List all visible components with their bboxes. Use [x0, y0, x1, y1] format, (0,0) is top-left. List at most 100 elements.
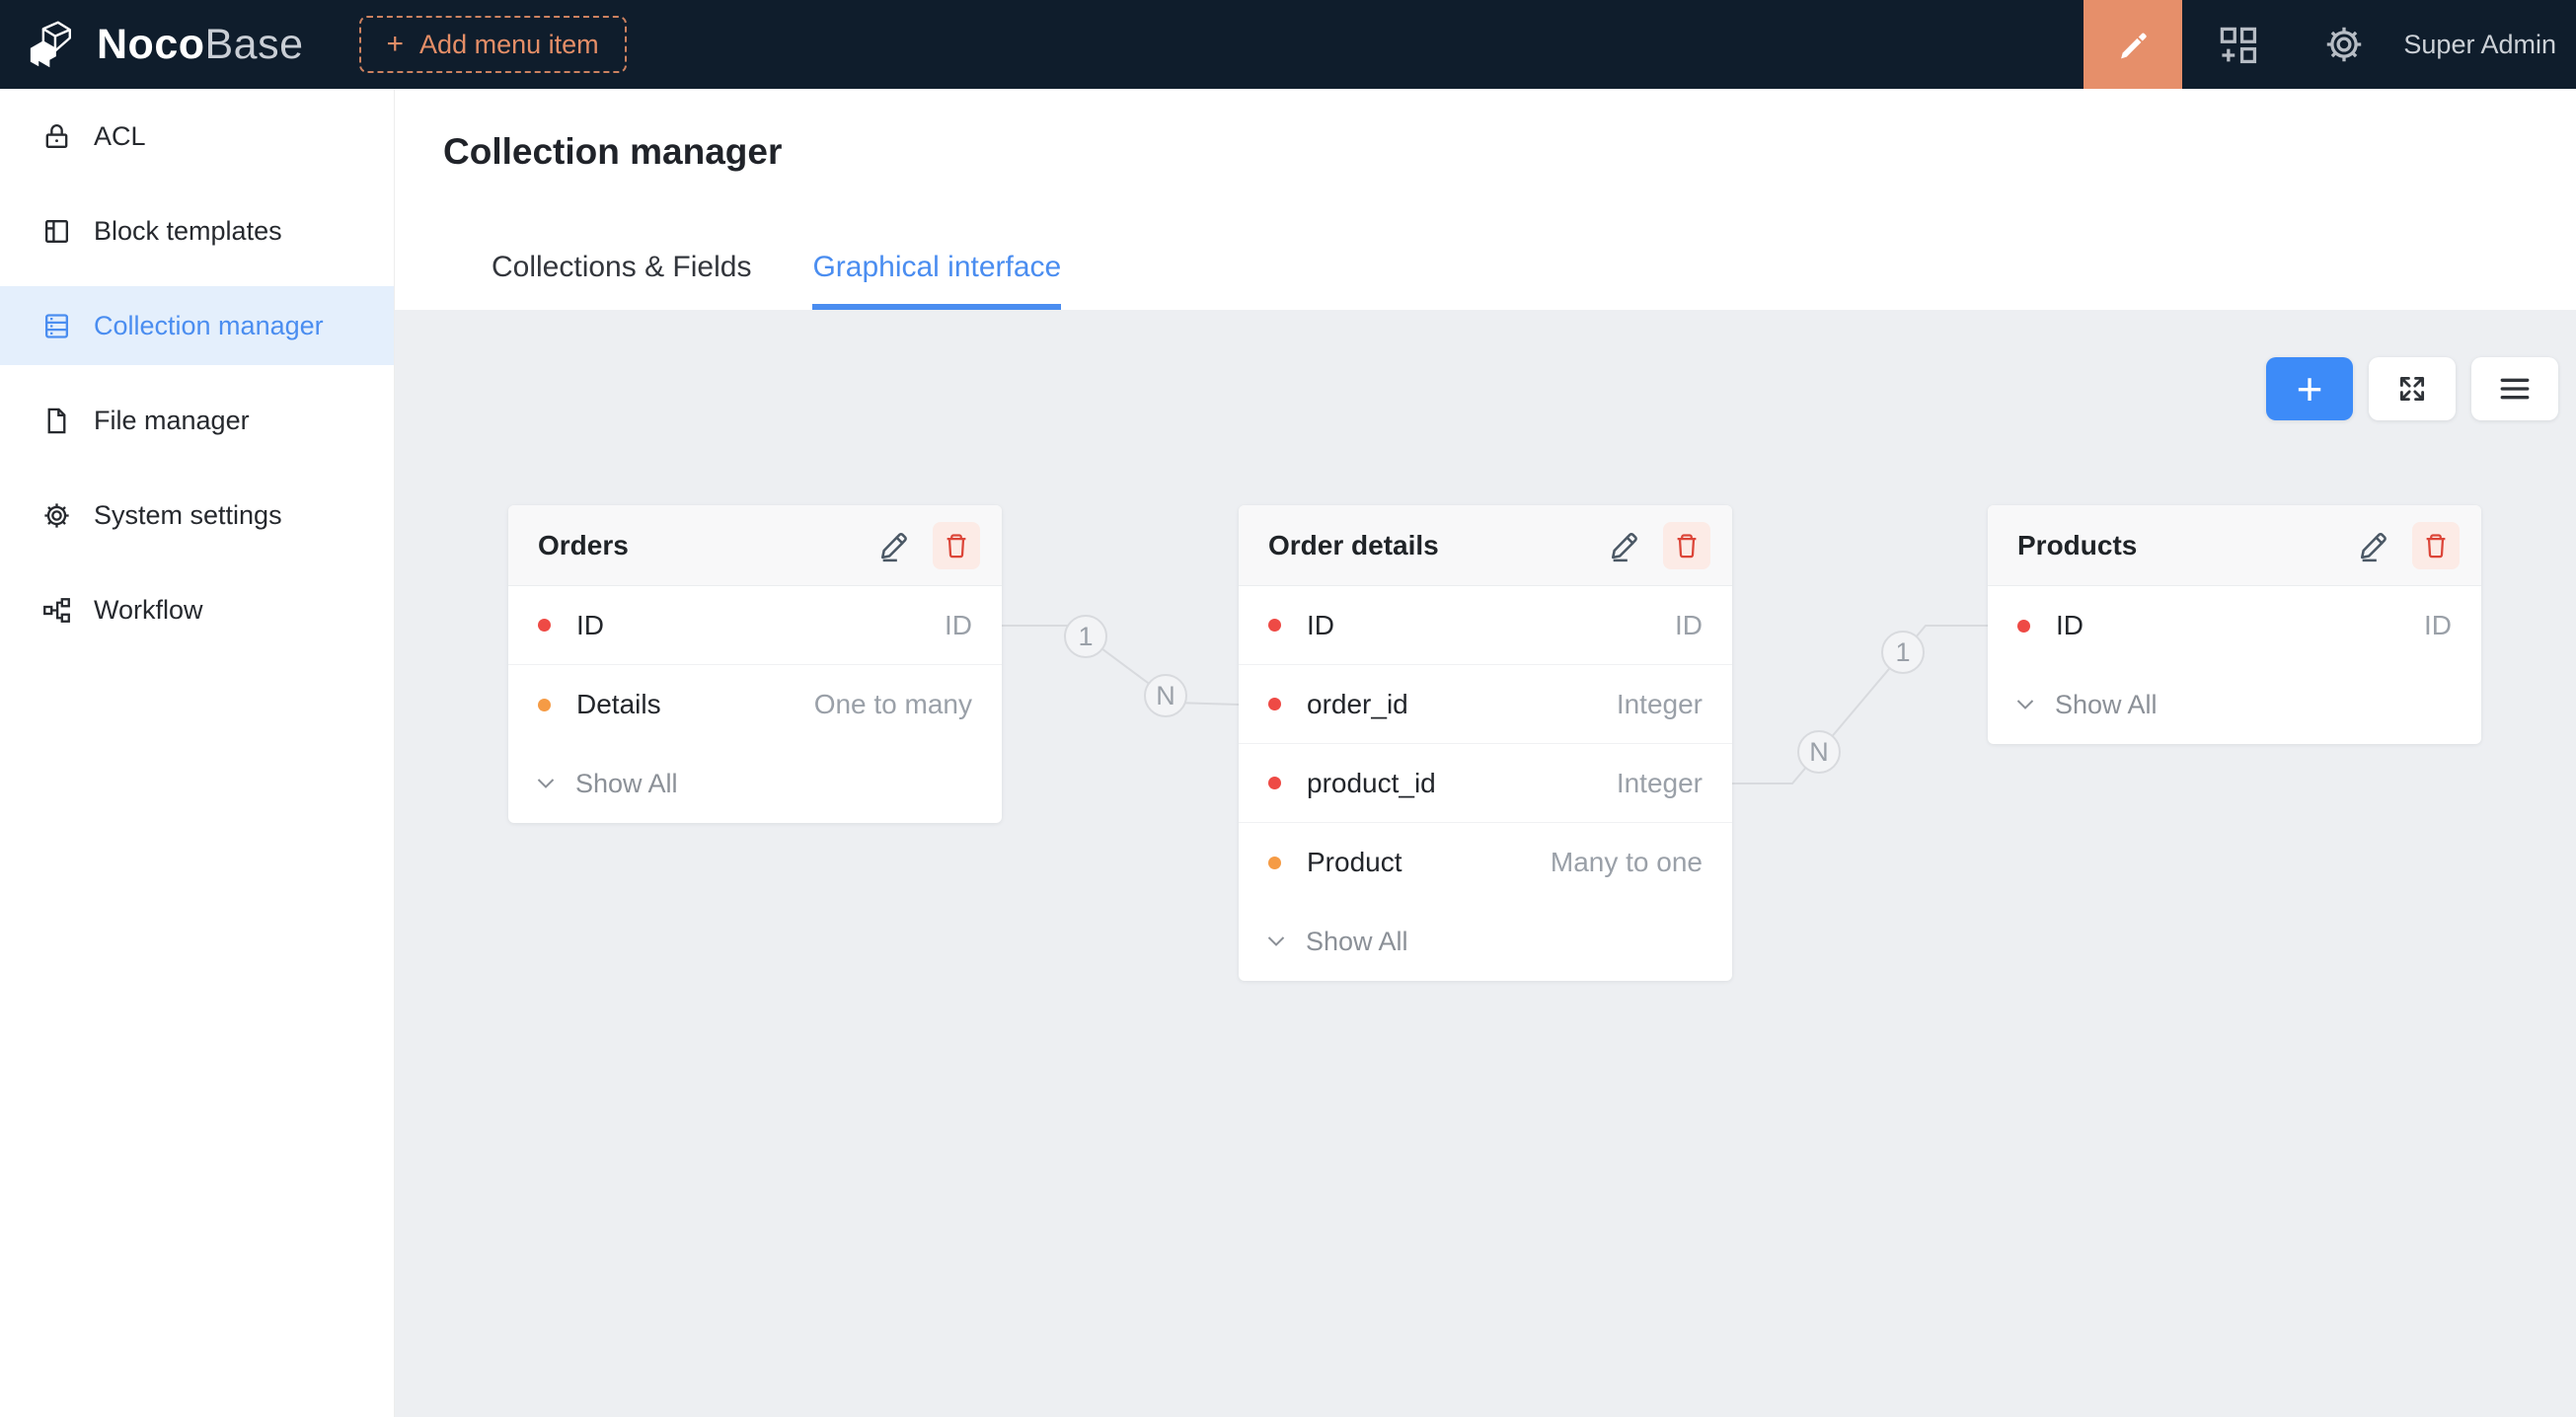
- field-name: product_id: [1307, 768, 1617, 799]
- gear-icon: [41, 500, 72, 531]
- delete-collection-button[interactable]: [1663, 522, 1710, 569]
- gear-icon: [2322, 23, 2366, 66]
- chevron-down-icon: [2013, 693, 2037, 716]
- field-row: ID ID: [1239, 586, 1732, 665]
- collection-list-button[interactable]: [2471, 357, 2558, 420]
- show-all-label: Show All: [575, 769, 678, 799]
- field-row: Product Many to one: [1239, 823, 1732, 902]
- foreign-key-dot: [1268, 698, 1281, 710]
- sidebar-item-label: Workflow: [94, 595, 203, 626]
- topbar: NocoBase + Add menu item: [0, 0, 2576, 89]
- brand-light: Base: [205, 21, 304, 68]
- brand-text: NocoBase: [97, 21, 304, 69]
- page-title: Collection manager: [443, 128, 2576, 176]
- page-head: Collection manager Collections & Fields …: [395, 89, 2576, 310]
- relation-dot: [1268, 857, 1281, 869]
- tab-graphical-interface[interactable]: Graphical interface: [812, 247, 1061, 310]
- plugin-manager-button[interactable]: [2182, 0, 2293, 89]
- sidebar-item-acl[interactable]: ACL: [0, 97, 394, 176]
- svg-text:N: N: [1156, 681, 1175, 710]
- lock-icon: [41, 121, 72, 152]
- sidebar-item-label: Collection manager: [94, 311, 324, 341]
- sidebar-item-workflow[interactable]: Workflow: [0, 570, 394, 649]
- entity-header[interactable]: Products: [1988, 505, 2481, 586]
- fullscreen-button[interactable]: [2369, 357, 2456, 420]
- sidebar-item-collection-manager[interactable]: Collection manager: [0, 286, 394, 365]
- field-name: ID: [2056, 610, 2424, 641]
- tab-bar: Collections & Fields Graphical interface: [492, 247, 2576, 310]
- menu-icon: [2497, 371, 2533, 407]
- layout-icon: [41, 216, 72, 247]
- field-name: ID: [576, 610, 945, 641]
- entity-title: Orders: [538, 530, 871, 561]
- wire-orderdetails-products: [1732, 626, 1988, 783]
- sidebar-item-file-manager[interactable]: File manager: [0, 381, 394, 460]
- add-menu-item-label: Add menu item: [419, 30, 599, 60]
- workflow-icon: [41, 595, 72, 626]
- entity-header[interactable]: Order details: [1239, 505, 1732, 586]
- sidebar-item-block-templates[interactable]: Block templates: [0, 191, 394, 270]
- collection-icon: [41, 311, 72, 341]
- ui-editor-button[interactable]: [2084, 0, 2182, 89]
- add-collection-button[interactable]: +: [2266, 357, 2353, 420]
- field-row: order_id Integer: [1239, 665, 1732, 744]
- wire-label-1: 1: [1882, 632, 1924, 673]
- entity-card-products[interactable]: Products: [1988, 505, 2481, 744]
- add-menu-item-button[interactable]: + Add menu item: [359, 16, 627, 73]
- field-type: ID: [2424, 610, 2452, 641]
- field-row: ID ID: [1988, 586, 2481, 665]
- svg-text:1: 1: [1078, 622, 1093, 651]
- show-all-toggle[interactable]: Show All: [508, 744, 1002, 823]
- plus-icon: +: [387, 30, 405, 59]
- primary-key-dot: [1268, 619, 1281, 632]
- edit-icon: [877, 529, 911, 562]
- field-type: One to many: [814, 689, 972, 720]
- entity-card-order-details[interactable]: Order details: [1239, 505, 1732, 981]
- brand-bold: Noco: [97, 21, 205, 68]
- delete-collection-button[interactable]: [2412, 522, 2460, 569]
- er-diagram-canvas[interactable]: 1 N N 1 +: [395, 310, 2576, 1417]
- field-name: ID: [1307, 610, 1675, 641]
- field-type: Integer: [1617, 689, 1703, 720]
- settings-button[interactable]: [2293, 0, 2395, 89]
- edit-collection-button[interactable]: [2351, 523, 2396, 568]
- trash-icon: [2421, 531, 2451, 560]
- sidebar-item-label: Block templates: [94, 216, 282, 247]
- edit-icon: [2357, 529, 2390, 562]
- chevron-down-icon: [1264, 930, 1288, 953]
- svg-text:N: N: [1809, 737, 1829, 767]
- graph-toolbar: +: [2266, 357, 2558, 420]
- show-all-toggle[interactable]: Show All: [1988, 665, 2481, 744]
- entity-card-orders[interactable]: Orders: [508, 505, 1002, 823]
- highlighter-icon: [2112, 24, 2154, 65]
- delete-collection-button[interactable]: [933, 522, 980, 569]
- tab-collections-fields[interactable]: Collections & Fields: [492, 247, 751, 310]
- main-content: Collection manager Collections & Fields …: [395, 89, 2576, 1417]
- entity-header[interactable]: Orders: [508, 505, 1002, 586]
- show-all-toggle[interactable]: Show All: [1239, 902, 1732, 981]
- wire-label-n: N: [1798, 731, 1840, 773]
- field-name: Product: [1307, 847, 1551, 878]
- entity-title: Order details: [1268, 530, 1602, 561]
- wire-orders-orderdetails: [1002, 626, 1239, 705]
- edit-collection-button[interactable]: [871, 523, 917, 568]
- show-all-label: Show All: [1306, 927, 1408, 957]
- field-row: product_id Integer: [1239, 744, 1732, 823]
- trash-icon: [942, 531, 971, 560]
- sidebar-item-label: File manager: [94, 406, 250, 436]
- nocobase-logo-icon: [26, 19, 83, 70]
- primary-key-dot: [2017, 620, 2030, 633]
- edit-collection-button[interactable]: [1602, 523, 1647, 568]
- show-all-label: Show All: [2055, 690, 2158, 720]
- field-type: ID: [945, 610, 972, 641]
- field-type: ID: [1675, 610, 1703, 641]
- entity-title: Products: [2017, 530, 2351, 561]
- wire-label-n: N: [1145, 675, 1186, 716]
- field-name: Details: [576, 689, 814, 720]
- foreign-key-dot: [1268, 777, 1281, 789]
- svg-text:1: 1: [1895, 637, 1910, 667]
- current-user-label[interactable]: Super Admin: [2403, 30, 2556, 60]
- plus-icon: +: [2297, 366, 2323, 411]
- sidebar-item-system-settings[interactable]: System settings: [0, 476, 394, 555]
- appstore-add-icon: [2216, 23, 2259, 66]
